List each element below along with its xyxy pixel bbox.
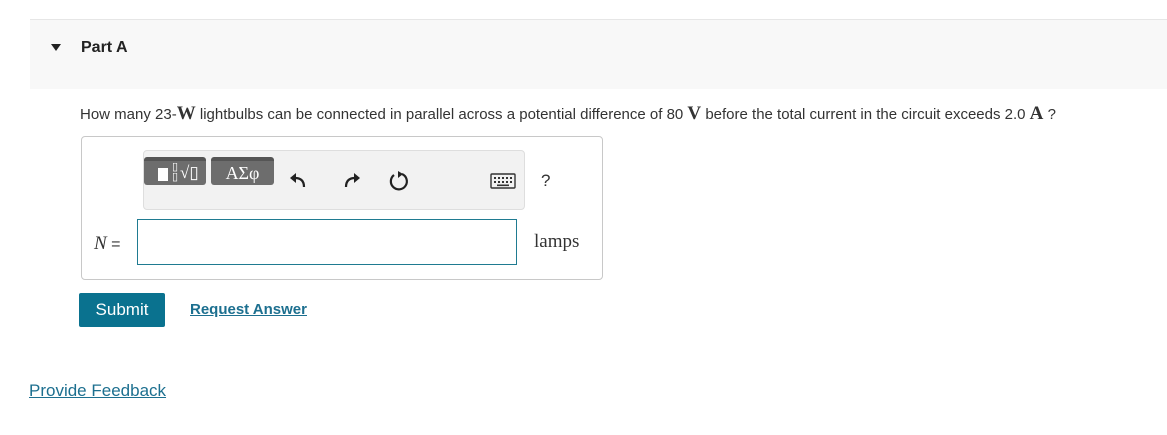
answer-input[interactable]: [137, 219, 517, 265]
unit-amps: A: [1029, 103, 1044, 124]
unit-volts: V: [687, 103, 702, 124]
equals-sign: =: [106, 236, 121, 253]
answer-unit: lamps: [534, 231, 580, 252]
undo-button[interactable]: [286, 169, 310, 193]
answer-box: ▯ ▯ √▯ ΑΣφ ? N = lamps: [81, 136, 603, 280]
part-a-header[interactable]: Part A: [30, 19, 1167, 89]
math-toolbar: ▯ ▯ √▯ ΑΣφ ?: [143, 150, 550, 210]
keyboard-button[interactable]: [489, 169, 517, 193]
redo-button[interactable]: [340, 169, 364, 193]
request-answer-link[interactable]: Request Answer: [190, 301, 307, 318]
redo-icon: [344, 173, 360, 188]
math-templates-button[interactable]: ▯ ▯ √▯: [144, 157, 206, 185]
help-button[interactable]: ?: [541, 171, 550, 191]
keyboard-icon: [490, 173, 516, 189]
answer-variable-label: N =: [94, 233, 120, 255]
question-segment: before the total current in the circuit …: [701, 106, 1030, 123]
undo-icon: [290, 173, 306, 188]
question-segment: ?: [1043, 106, 1056, 123]
greek-symbols-button[interactable]: ΑΣφ: [211, 157, 274, 185]
question-segment: lightbulbs can be connected in parallel …: [195, 106, 688, 123]
variable-symbol: N: [94, 233, 107, 254]
reset-button[interactable]: [387, 169, 411, 193]
part-title: Part A: [81, 39, 128, 56]
collapse-caret-icon[interactable]: [51, 44, 61, 51]
provide-feedback-link[interactable]: Provide Feedback: [29, 381, 166, 401]
question-text: How many 23-W lightbulbs can be connecte…: [80, 103, 1056, 125]
submit-button[interactable]: Submit: [79, 293, 165, 327]
reset-icon: [389, 171, 408, 191]
unit-watts: W: [176, 103, 196, 124]
question-segment: How many 23-: [80, 106, 177, 123]
